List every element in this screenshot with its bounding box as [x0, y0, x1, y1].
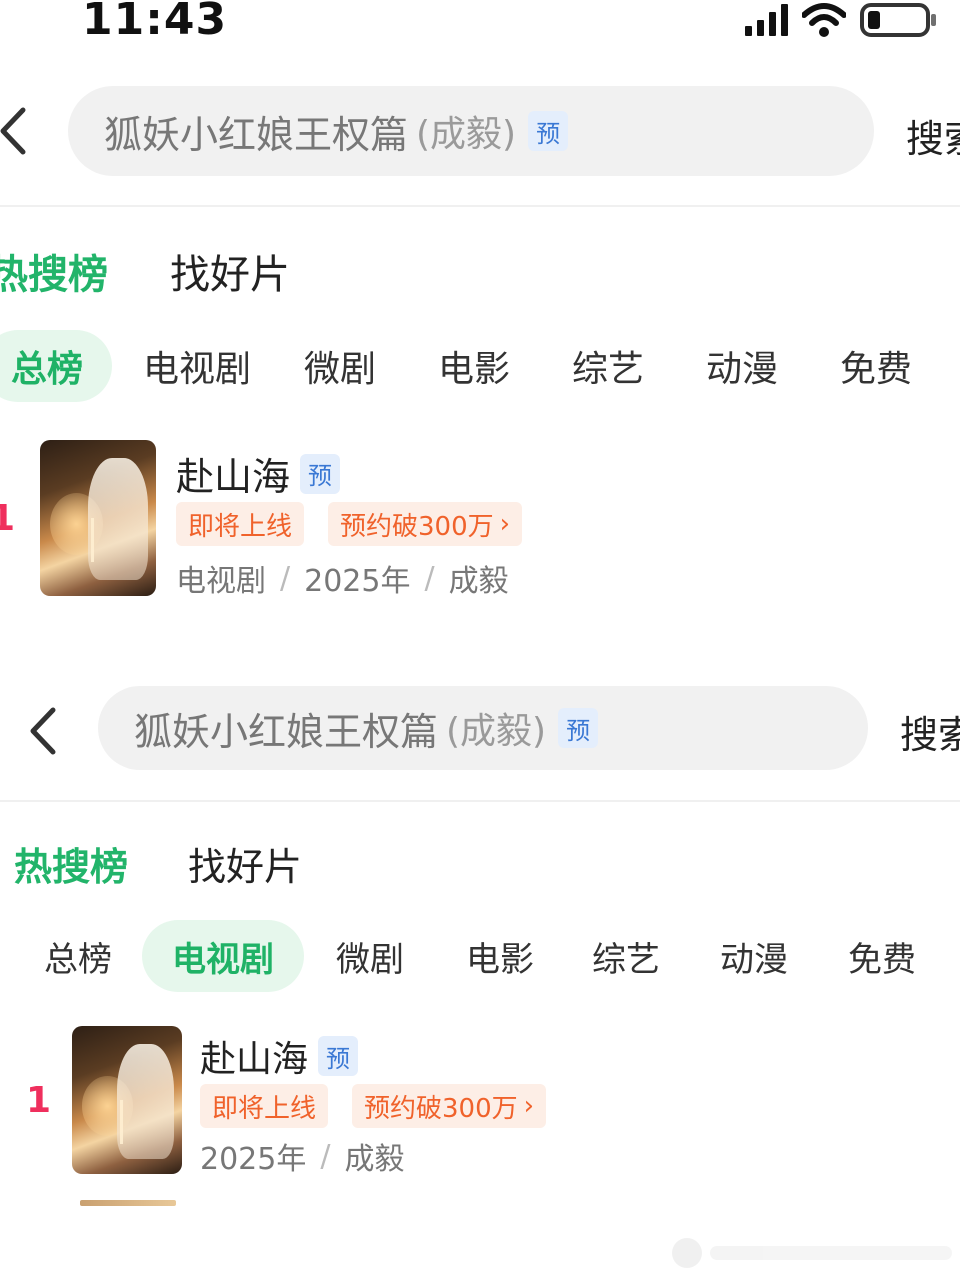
meta-actor: 成毅 [344, 1142, 405, 1177]
divider [0, 205, 960, 207]
list-item-1[interactable]: 1 赴山海 预 即将上线 预约破300万 › 电视剧 / 2025年 / 成毅 [0, 440, 960, 600]
next-item-peek [80, 1200, 176, 1206]
reservation-count-tag[interactable]: 预约破300万 › [352, 1084, 547, 1128]
top-tabs-1: 热搜榜 找好片 [0, 242, 290, 300]
search-button[interactable]: 搜索 [900, 704, 960, 759]
category-tabs-1: 总榜 电视剧 微剧 电影 综艺 动漫 免费 [0, 330, 926, 402]
rank-number: 1 [0, 498, 16, 539]
tab-free[interactable]: 免费 [826, 330, 926, 402]
chevron-left-icon [30, 707, 56, 755]
reservation-badge: 预 [528, 111, 569, 151]
list-item-2[interactable]: 1 赴山海 预 即将上线 预约破300万 › 2025年 / 成毅 [0, 1026, 960, 1186]
battery-low-icon [860, 3, 936, 37]
meta-separator: / [424, 560, 435, 596]
meta-genre: 电视剧 [176, 564, 266, 599]
tab-micro-drama[interactable]: 微剧 [290, 330, 390, 402]
search-bar-1: 狐妖小红娘王权篇 (成毅) 预 搜索 [0, 86, 960, 176]
tab-movies[interactable]: 电影 [424, 330, 524, 402]
chevron-left-icon [0, 107, 26, 155]
poster-image[interactable] [40, 440, 156, 596]
search-query-actor: (成毅) [446, 711, 547, 752]
reservation-badge: 预 [318, 1036, 359, 1076]
item-title-row: 赴山海 预 [200, 1030, 359, 1082]
meta-actor: 成毅 [448, 564, 509, 599]
back-button[interactable] [22, 701, 62, 761]
tab-tv-series[interactable]: 电视剧 [132, 330, 262, 402]
tab-anime[interactable]: 动漫 [692, 330, 792, 402]
tab-tv-series[interactable]: 电视剧 [142, 920, 304, 992]
coming-soon-tag: 即将上线 [176, 502, 305, 546]
item-tags: 即将上线 预约破300万 › [176, 502, 523, 546]
tab-hot-search[interactable]: 热搜榜 [14, 836, 128, 891]
status-icons [745, 2, 938, 38]
wifi-icon [802, 3, 846, 37]
search-button[interactable]: 搜索 [906, 108, 960, 163]
reservation-count-tag[interactable]: 预约破300万 › [328, 502, 523, 546]
tab-movies[interactable]: 电影 [452, 920, 548, 992]
chevron-right-icon: › [499, 509, 511, 539]
reservation-count-label: 预约破300万 [364, 1093, 518, 1124]
reservation-badge: 预 [558, 708, 599, 748]
search-bar-2: 狐妖小红娘王权篇 (成毅) 预 搜索 [0, 686, 960, 776]
item-meta: 2025年 / 成毅 [200, 1134, 404, 1178]
status-time: 11:43 [82, 0, 228, 45]
tab-anime[interactable]: 动漫 [706, 920, 802, 992]
search-query-text: 狐妖小红娘王权篇 [104, 112, 409, 157]
meta-year: 2025年 [200, 1142, 307, 1177]
meta-separator: / [280, 560, 291, 596]
category-tabs-2: 总榜 电视剧 微剧 电影 综艺 动漫 免费 [30, 920, 930, 992]
tab-hot-search[interactable]: 热搜榜 [0, 242, 108, 300]
rank-number: 1 [26, 1080, 52, 1121]
item-title: 赴山海 [176, 455, 291, 499]
item-title-row: 赴山海 预 [176, 446, 341, 501]
search-query-text: 狐妖小红娘王权篇 [134, 709, 439, 754]
chevron-right-icon: › [523, 1091, 535, 1121]
status-bar: 11:43 [0, 0, 960, 50]
cellular-signal-icon [745, 4, 788, 36]
tab-all[interactable]: 总榜 [30, 920, 126, 992]
search-input[interactable]: 狐妖小红娘王权篇 (成毅) 预 [68, 86, 874, 176]
tab-find-films[interactable]: 找好片 [170, 242, 290, 300]
poster-image[interactable] [72, 1026, 182, 1174]
meta-year: 2025年 [304, 564, 411, 599]
back-button[interactable] [0, 101, 32, 161]
coming-soon-tag: 即将上线 [200, 1084, 329, 1128]
search-input[interactable]: 狐妖小红娘王权篇 (成毅) 预 [98, 686, 868, 770]
search-query-actor: (成毅) [416, 114, 517, 155]
tab-variety[interactable]: 综艺 [558, 330, 658, 402]
item-title: 赴山海 [200, 1039, 309, 1080]
watermark [672, 1238, 952, 1268]
meta-separator: / [320, 1138, 331, 1174]
tab-variety[interactable]: 综艺 [578, 920, 674, 992]
item-tags: 即将上线 预约破300万 › [200, 1084, 547, 1128]
reservation-badge: 预 [300, 453, 341, 494]
tab-free[interactable]: 免费 [834, 920, 930, 992]
divider [0, 800, 960, 802]
item-meta: 电视剧 / 2025年 / 成毅 [176, 556, 509, 600]
tab-find-films[interactable]: 找好片 [188, 836, 302, 891]
tab-all[interactable]: 总榜 [0, 330, 112, 402]
tab-micro-drama[interactable]: 微剧 [322, 920, 418, 992]
top-tabs-2: 热搜榜 找好片 [14, 836, 302, 891]
reservation-count-label: 预约破300万 [340, 511, 494, 542]
